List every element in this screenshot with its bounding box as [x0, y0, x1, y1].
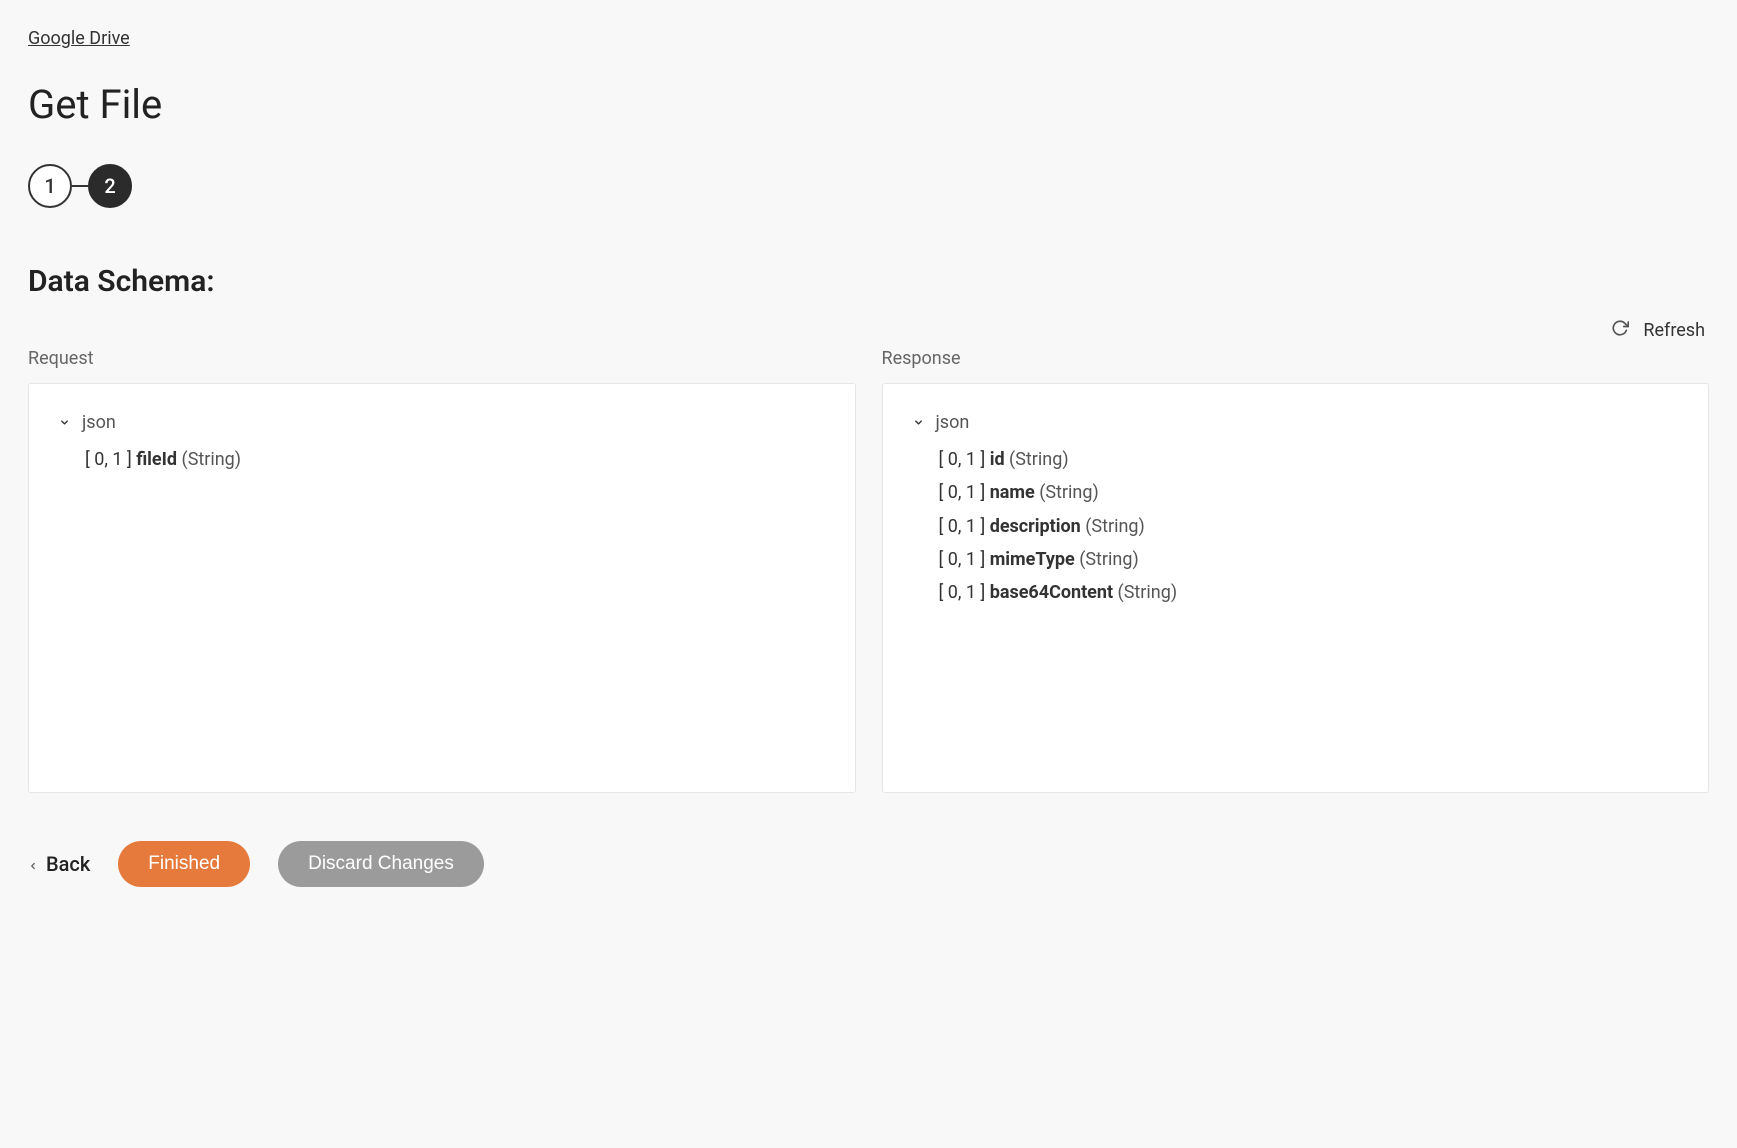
back-label: Back [46, 852, 90, 876]
request-column: Request json [ 0, 1 ] fileId (String) [28, 348, 856, 793]
field-cardinality: [ 0, 1 ] [939, 449, 990, 470]
field-cardinality: [ 0, 1 ] [939, 549, 990, 570]
step-2[interactable]: 2 [88, 164, 132, 208]
field-type: (String) [177, 449, 241, 470]
schema-field[interactable]: [ 0, 1 ] id (String) [939, 443, 1679, 476]
field-cardinality: [ 0, 1 ] [85, 449, 136, 470]
field-cardinality: [ 0, 1 ] [939, 516, 990, 537]
schema-field[interactable]: [ 0, 1 ] name (String) [939, 476, 1679, 509]
discard-changes-button[interactable]: Discard Changes [278, 841, 484, 887]
response-column: Response json [ 0, 1 ] id (String)[ 0, 1… [882, 348, 1710, 793]
field-type: (String) [1075, 549, 1139, 570]
refresh-label: Refresh [1643, 320, 1705, 341]
footer-actions: Back Finished Discard Changes [28, 841, 1709, 887]
schema-field[interactable]: [ 0, 1 ] description (String) [939, 510, 1679, 543]
schema-field[interactable]: [ 0, 1 ] fileId (String) [85, 443, 825, 476]
field-cardinality: [ 0, 1 ] [939, 582, 990, 603]
field-cardinality: [ 0, 1 ] [939, 482, 990, 503]
request-root-node[interactable]: json [59, 412, 825, 433]
schema-field[interactable]: [ 0, 1 ] mimeType (String) [939, 543, 1679, 576]
response-root-label: json [936, 412, 970, 433]
request-root-label: json [82, 412, 116, 433]
page-title: Get File [28, 81, 1709, 128]
request-schema-box: json [ 0, 1 ] fileId (String) [28, 383, 856, 793]
schema-field[interactable]: [ 0, 1 ] base64Content (String) [939, 576, 1679, 609]
step-1[interactable]: 1 [28, 164, 72, 208]
field-type: (String) [1081, 516, 1145, 537]
step-connector [72, 185, 88, 187]
field-type: (String) [1113, 582, 1177, 603]
request-column-label: Request [28, 348, 856, 369]
response-schema-box: json [ 0, 1 ] id (String)[ 0, 1 ] name (… [882, 383, 1710, 793]
refresh-icon [1611, 319, 1629, 342]
finished-button[interactable]: Finished [118, 841, 250, 887]
field-name: fileId [136, 449, 177, 470]
field-name: base64Content [990, 582, 1113, 603]
field-type: (String) [1035, 482, 1099, 503]
response-column-label: Response [882, 348, 1710, 369]
field-name: mimeType [990, 549, 1075, 570]
stepper: 1 2 [28, 164, 1709, 208]
field-type: (String) [1005, 449, 1069, 470]
field-name: description [990, 516, 1081, 537]
chevron-down-icon [913, 412, 924, 433]
breadcrumb-parent-link[interactable]: Google Drive [28, 28, 130, 49]
field-name: id [990, 449, 1005, 470]
field-name: name [990, 482, 1035, 503]
response-root-node[interactable]: json [913, 412, 1679, 433]
back-button[interactable]: Back [28, 852, 90, 876]
refresh-button[interactable]: Refresh [1611, 319, 1705, 342]
section-heading: Data Schema: [28, 264, 1709, 299]
chevron-left-icon [28, 852, 38, 876]
chevron-down-icon [59, 412, 70, 433]
